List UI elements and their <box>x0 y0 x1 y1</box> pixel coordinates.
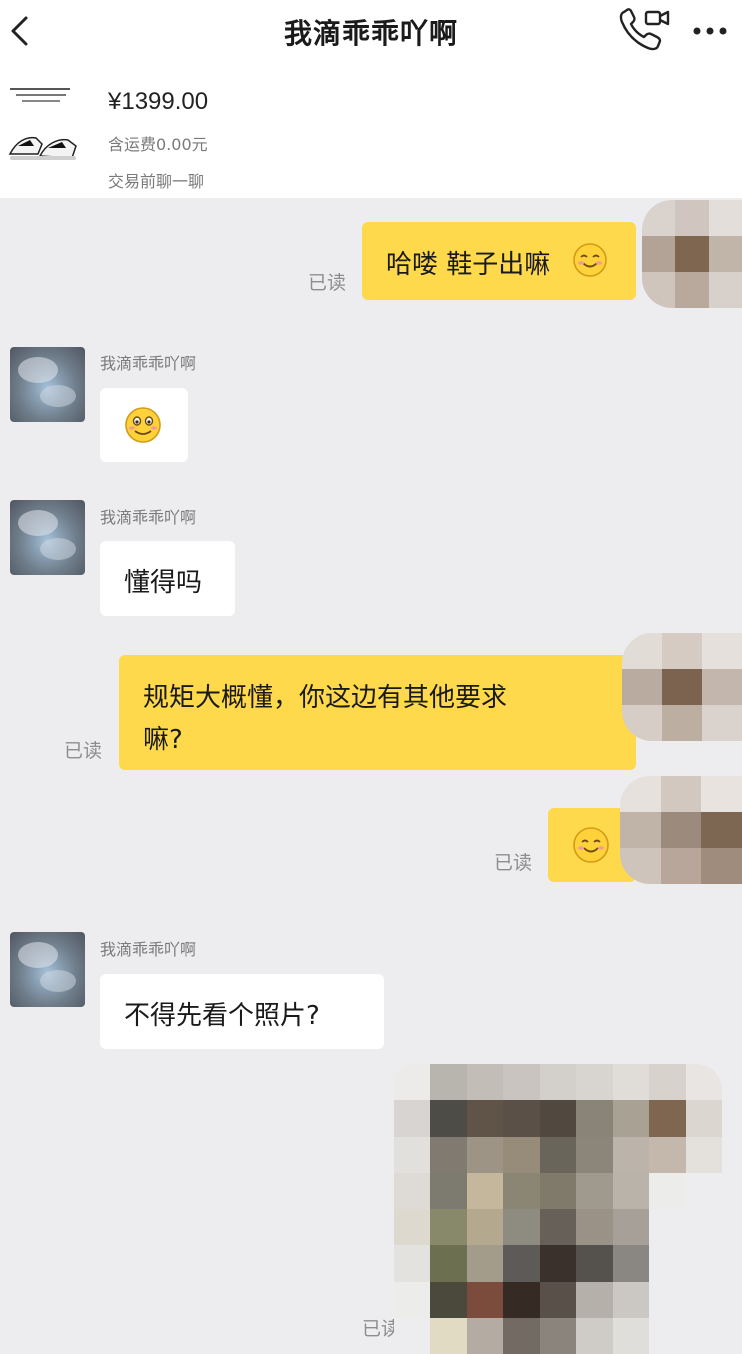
their-message-bubble[interactable] <box>100 388 188 462</box>
contact-nickname: 我滴乖乖吖啊 <box>100 940 197 959</box>
contact-avatar[interactable] <box>10 932 85 1007</box>
my-message-bubble[interactable]: 规矩大概懂，你这边有其他要求 嘛? <box>119 655 636 770</box>
read-status: 已读 <box>64 740 103 762</box>
smile-emoji-icon <box>573 827 609 863</box>
chat-header: 我滴乖乖吖啊 <box>0 0 742 62</box>
phone-video-icon[interactable] <box>616 6 670 52</box>
pixelated-photo-message[interactable] <box>394 1064 722 1354</box>
message-text-line1: 规矩大概懂，你这边有其他要求 <box>143 683 508 713</box>
sneaker-product-image[interactable] <box>6 84 82 172</box>
message-text: 哈喽 鞋子出嘛 <box>386 250 551 280</box>
product-card[interactable]: ¥1399.00 含运费0.00元 交易前聊一聊 <box>0 62 742 198</box>
message-text-line2: 嘛? <box>143 725 183 755</box>
contact-nickname: 我滴乖乖吖啊 <box>100 508 197 527</box>
my-avatar[interactable] <box>622 633 742 741</box>
my-message-bubble[interactable]: 哈喽 鞋子出嘛 <box>362 222 636 300</box>
my-avatar[interactable] <box>642 200 742 308</box>
message-text: 不得先看个照片? <box>124 1001 320 1031</box>
contact-avatar[interactable] <box>10 347 85 422</box>
product-price: ¥1399.00 <box>108 88 209 115</box>
contact-avatar[interactable] <box>10 500 85 575</box>
more-dots-icon[interactable] <box>686 16 734 46</box>
pre-deal-note: 交易前聊一聊 <box>108 172 205 191</box>
smile-emoji-icon <box>573 243 607 277</box>
shipping-fee: 含运费0.00元 <box>108 135 208 154</box>
their-message-bubble[interactable]: 懂得吗 <box>100 541 235 616</box>
read-status: 已读 <box>494 852 533 874</box>
smile-emoji-icon <box>125 407 161 443</box>
my-avatar[interactable] <box>620 776 742 884</box>
their-message-bubble[interactable]: 不得先看个照片? <box>100 974 384 1049</box>
read-status: 已读 <box>308 272 347 294</box>
contact-nickname: 我滴乖乖吖啊 <box>100 354 197 373</box>
message-text: 懂得吗 <box>124 568 203 598</box>
